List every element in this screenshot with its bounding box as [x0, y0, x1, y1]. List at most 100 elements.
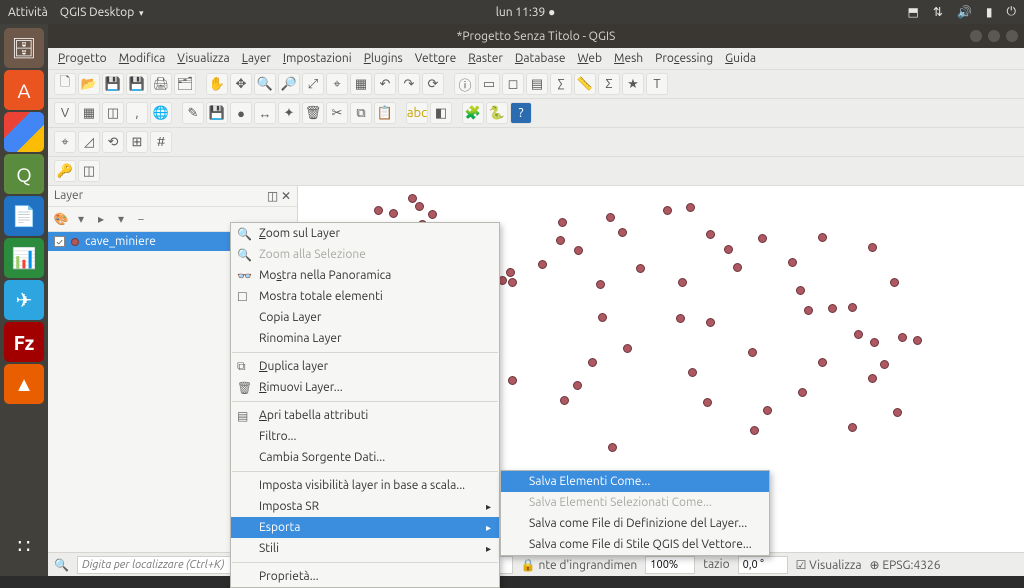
grass-icon[interactable]: ◫ [78, 160, 100, 182]
field-calc-icon[interactable]: ∑ [550, 73, 572, 95]
browse-icon[interactable]: 🔑 [54, 160, 76, 182]
map-point[interactable] [508, 376, 517, 385]
telegram-icon[interactable]: ✈ [4, 280, 44, 320]
ctx-panoramica[interactable]: 👓Mostra nella Panoramica [231, 265, 499, 286]
map-point[interactable] [788, 258, 797, 267]
rotation-input[interactable] [738, 556, 788, 574]
map-point[interactable] [913, 336, 922, 345]
ctx-copy[interactable]: Copia Layer [231, 307, 499, 328]
python-icon[interactable]: 🐍 [486, 102, 508, 124]
map-point[interactable] [415, 202, 424, 211]
map-point[interactable] [733, 263, 742, 272]
map-point[interactable] [560, 396, 569, 405]
map-point[interactable] [428, 210, 437, 219]
map-point[interactable] [750, 426, 759, 435]
zoom-next-icon[interactable]: ↷ [398, 73, 420, 95]
volume-icon[interactable]: 🔊 [957, 5, 972, 19]
pan-sel-icon[interactable]: ✥ [230, 73, 252, 95]
style-mgr-icon[interactable]: 🎨 [52, 210, 70, 228]
collapse-icon[interactable]: ▾ [112, 210, 130, 228]
ctx-filter[interactable]: Filtro... [231, 426, 499, 447]
menu-guida[interactable]: Guida [725, 52, 756, 65]
refresh-icon[interactable]: ⟳ [422, 73, 444, 95]
add-feature-icon[interactable]: ● [230, 102, 252, 124]
battery-icon[interactable]: ▮ [986, 5, 993, 19]
menu-modifica[interactable]: Modifica [119, 52, 166, 65]
remove-layer-icon[interactable]: − [132, 210, 150, 228]
map-point[interactable] [724, 245, 733, 254]
map-point[interactable] [538, 260, 547, 269]
snap-icon[interactable]: ⌖ [54, 131, 76, 153]
chrome-icon[interactable] [4, 112, 44, 152]
save-icon[interactable]: 💾 [102, 73, 124, 95]
map-point[interactable] [706, 230, 715, 239]
dropbox-icon[interactable]: ⬒ [908, 5, 919, 19]
map-point[interactable] [556, 236, 565, 245]
menu-processing[interactable]: Processing [655, 52, 713, 65]
map-point[interactable] [763, 406, 772, 415]
ctx-attr-table[interactable]: ▤Apri tabella attributi [231, 405, 499, 426]
crs-button[interactable]: ⊕ EPSG:4326 [870, 558, 941, 572]
map-point[interactable] [676, 314, 685, 323]
map-point[interactable] [703, 398, 712, 407]
ctx-properties[interactable]: Proprietà... [231, 566, 499, 587]
map-point[interactable] [748, 348, 757, 357]
map-point[interactable] [663, 206, 672, 215]
move-feature-icon[interactable]: ↔ [254, 102, 276, 124]
map-point[interactable] [608, 443, 617, 452]
map-point[interactable] [868, 374, 877, 383]
map-point[interactable] [804, 306, 813, 315]
menu-raster[interactable]: Raster [468, 52, 503, 65]
menu-plugins[interactable]: Plugins [364, 52, 403, 65]
identify-icon[interactable]: ⓘ [454, 73, 476, 95]
copy-icon[interactable]: ⧉ [350, 102, 372, 124]
map-point[interactable] [596, 280, 605, 289]
layout-mgr-icon[interactable]: 🗂 [174, 73, 196, 95]
show-apps-icon[interactable]: ∷ [4, 526, 44, 566]
ctx-visibility[interactable]: Imposta visibilità layer in base a scala… [231, 475, 499, 496]
map-point[interactable] [686, 203, 695, 212]
map-point[interactable] [588, 358, 597, 367]
map-point[interactable] [854, 330, 863, 339]
bookmark-icon[interactable]: ★ [622, 73, 644, 95]
map-point[interactable] [678, 278, 687, 287]
ctx-source[interactable]: Cambia Sorgente Dati... [231, 447, 499, 468]
menu-mesh[interactable]: Mesh [614, 52, 643, 65]
layer-visibility-checkbox[interactable]: ✓ [54, 236, 65, 247]
cut-icon[interactable]: ✂ [326, 102, 348, 124]
menu-progetto[interactable]: Progetto [58, 52, 107, 65]
map-point[interactable] [890, 278, 899, 287]
network-icon[interactable]: ⇅ [933, 5, 943, 19]
qgis-icon[interactable]: Q [4, 154, 44, 194]
expand-icon[interactable]: ▸ [92, 210, 110, 228]
ctx-remove[interactable]: 🗑Rimuovi Layer... [231, 377, 499, 398]
map-point[interactable] [573, 381, 582, 390]
menu-web[interactable]: Web [577, 52, 602, 65]
map-point[interactable] [574, 246, 583, 255]
menu-visualizza[interactable]: Visualizza [177, 52, 229, 65]
map-point[interactable] [623, 344, 632, 353]
map-point[interactable] [558, 218, 567, 227]
map-point[interactable] [848, 303, 857, 312]
zoom-full-icon[interactable]: ⤢ [302, 73, 324, 95]
zoom-sel-icon[interactable]: ⌖ [326, 73, 348, 95]
ctx-export[interactable]: Esporta▸ [231, 517, 499, 538]
app-indicator[interactable]: QGIS Desktop ▾ [60, 6, 144, 19]
map-point[interactable] [374, 206, 383, 215]
sub-save-as[interactable]: Salva Elementi Come... [501, 471, 769, 492]
map-point[interactable] [880, 360, 889, 369]
attr-table-icon[interactable]: ▤ [526, 73, 548, 95]
save-edits-icon[interactable]: 💾 [206, 102, 228, 124]
delete-feature-icon[interactable]: 🗑 [302, 102, 324, 124]
panel-buttons[interactable]: ◫ ✕ [267, 189, 291, 203]
software-icon[interactable]: A [4, 70, 44, 110]
close-icon[interactable] [1006, 30, 1018, 42]
calc-icon[interactable]: 📊 [4, 238, 44, 278]
clock[interactable]: lun 11:39 ● [144, 5, 908, 19]
grid-icon[interactable]: # [150, 131, 172, 153]
map-point[interactable] [508, 278, 517, 287]
map-point[interactable] [898, 333, 907, 342]
open-project-icon[interactable]: 📂 [78, 73, 100, 95]
map-point[interactable] [758, 234, 767, 243]
map-point[interactable] [618, 228, 627, 237]
